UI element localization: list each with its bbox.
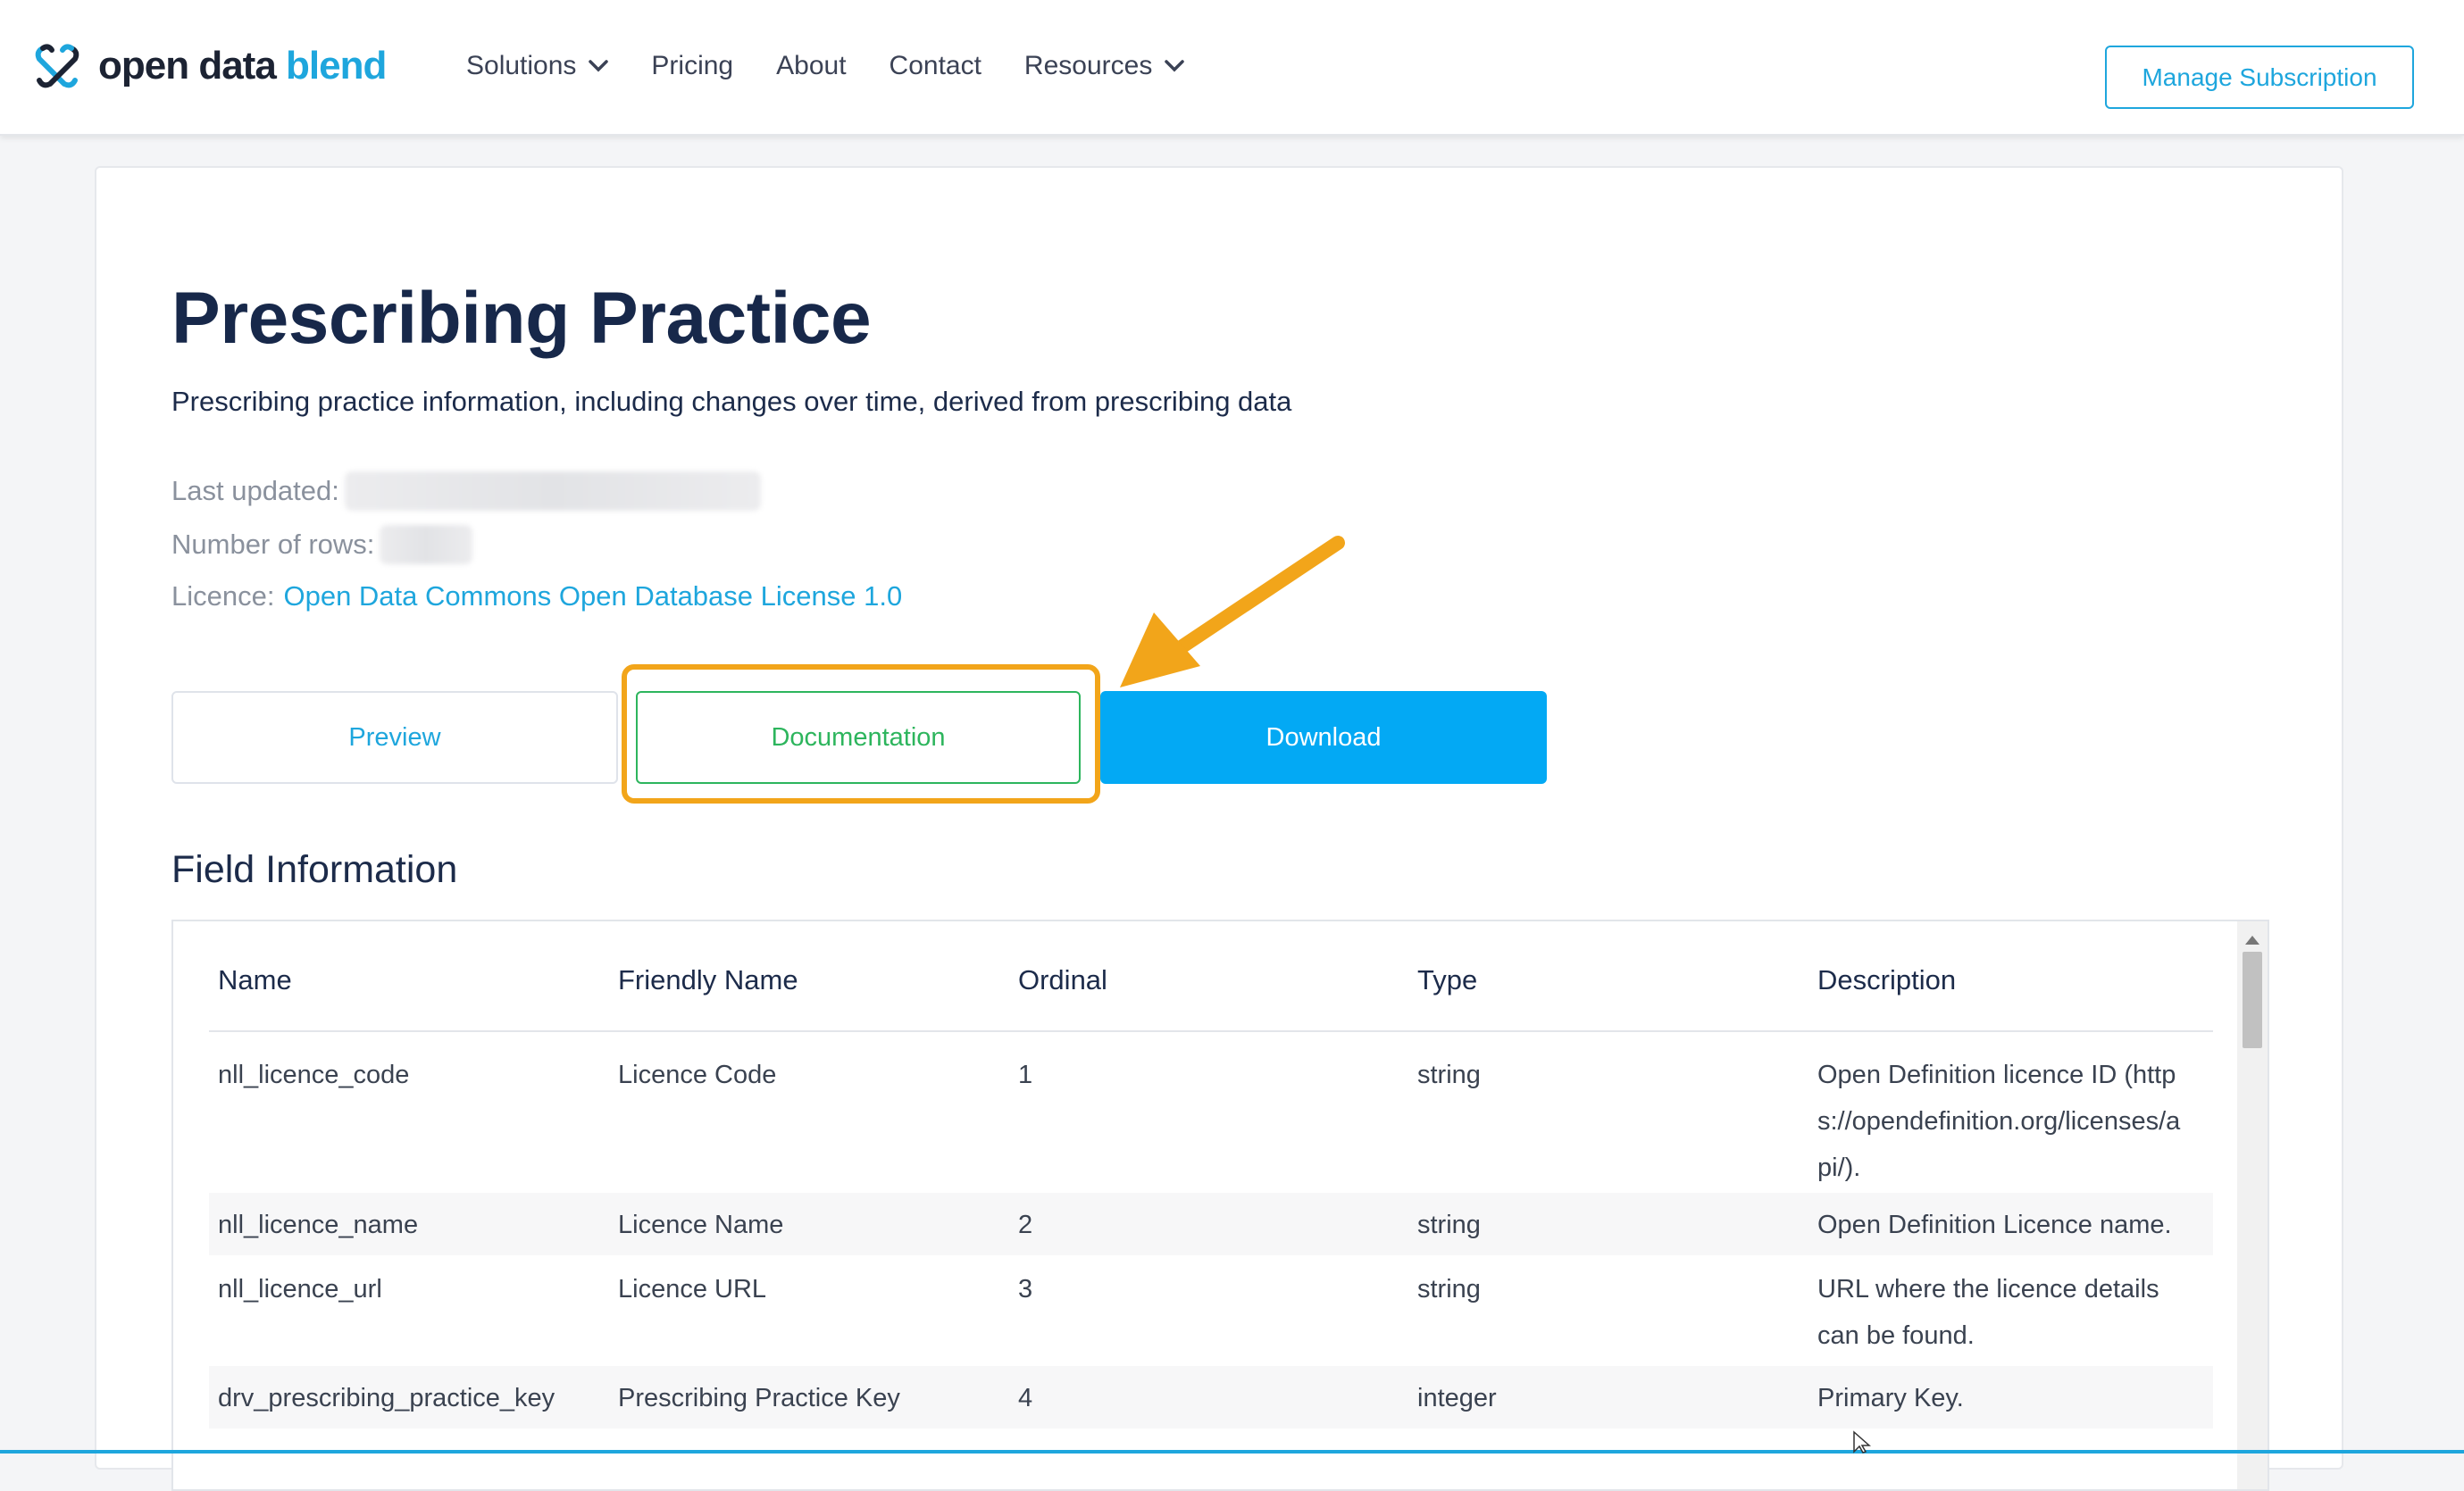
- brand-name: open data blend: [98, 44, 387, 87]
- logo-icon: [35, 44, 79, 88]
- scroll-thumb[interactable]: [2243, 952, 2262, 1048]
- table-row: nll_licence_url Licence URL 3 string URL…: [218, 1275, 2159, 1350]
- top-navbar: open data blend Solutions Pricing About …: [0, 0, 2464, 136]
- manage-subscription-button[interactable]: Manage Subscription: [2105, 46, 2414, 109]
- field-information-heading: Field Information: [171, 848, 458, 891]
- page-title: Prescribing Practice: [171, 278, 872, 359]
- brand-logo[interactable]: open data blend: [30, 37, 387, 95]
- documentation-button[interactable]: Documentation: [636, 691, 1081, 784]
- number-of-rows: Number of rows:: [171, 525, 473, 564]
- column-header: Name: [218, 964, 292, 995]
- field-table[interactable]: Name Friendly Name Ordinal Type Descript…: [171, 920, 2269, 1491]
- bottom-edge: [0, 1450, 2464, 1454]
- dataset-card: Prescribing Practice Prescribing practic…: [95, 166, 2343, 1491]
- download-button[interactable]: Download: [1100, 691, 1547, 784]
- main-nav: Solutions Pricing About Contact Resource…: [466, 45, 1227, 87]
- column-header: Type: [1417, 964, 1478, 995]
- redacted-value: [344, 471, 761, 511]
- dataset-description: Prescribing practice information, includ…: [171, 386, 1292, 417]
- redacted-value: [380, 525, 473, 564]
- column-header: Ordinal: [1018, 964, 1107, 995]
- preview-button[interactable]: Preview: [171, 691, 618, 784]
- chevron-down-icon: [589, 60, 609, 72]
- nav-resources[interactable]: Resources: [1024, 51, 1185, 81]
- nav-pricing[interactable]: Pricing: [651, 51, 733, 81]
- table-scrollbar[interactable]: [2237, 921, 2268, 1489]
- scroll-up-icon[interactable]: [2245, 936, 2259, 945]
- column-header: Description: [1817, 964, 1957, 995]
- annotation-arrow-icon: [1120, 536, 1345, 687]
- column-header: Friendly Name: [618, 964, 798, 995]
- last-updated: Last updated:: [171, 471, 761, 511]
- mouse-cursor-icon: [1853, 1430, 1871, 1454]
- nav-contact[interactable]: Contact: [890, 51, 981, 81]
- nav-about[interactable]: About: [776, 51, 846, 81]
- licence-link[interactable]: Open Data Commons Open Database License …: [283, 580, 902, 612]
- licence-info: Licence: Open Data Commons Open Database…: [171, 580, 903, 612]
- chevron-down-icon: [1165, 60, 1185, 72]
- table-header: Name Friendly Name Ordinal Type Descript…: [209, 921, 2213, 1032]
- nav-solutions[interactable]: Solutions: [466, 51, 609, 81]
- table-row: nll_licence_code Licence Code 1 string O…: [218, 1061, 2181, 1182]
- table-row: nll_licence_name Licence Name 2 string O…: [209, 1193, 2213, 1255]
- table-row: drv_prescribing_practice_key Prescribing…: [209, 1366, 2213, 1429]
